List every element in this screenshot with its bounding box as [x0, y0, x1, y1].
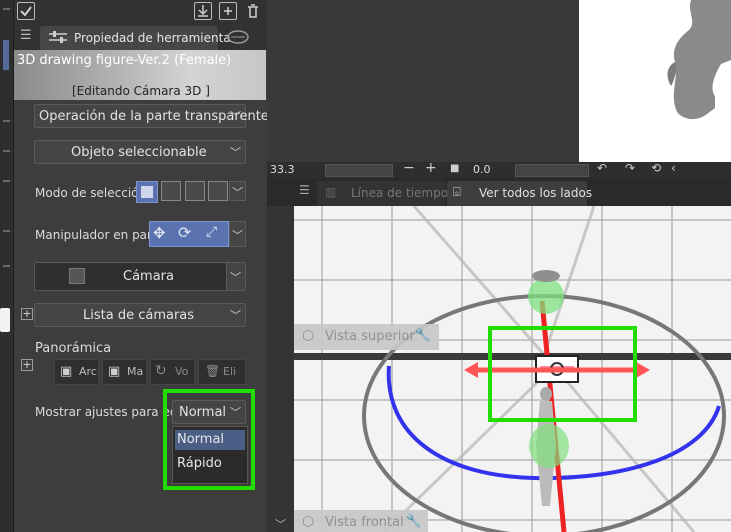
move-icon: ✥ — [153, 224, 166, 242]
pan-button-ma[interactable]: ▣ Ma — [102, 359, 147, 385]
selection-mode-label: Modo de selección — [35, 186, 147, 200]
tab-tool-property[interactable]: Propiedad de herramienta — [40, 26, 231, 50]
timeline-icon: ▥ — [325, 185, 337, 199]
strip-tick — [3, 230, 10, 232]
cube-icon: ⬡ — [302, 514, 315, 530]
strip-tick — [3, 120, 10, 122]
strip-tick — [3, 265, 10, 267]
expand-panoramic-icon[interactable]: + — [21, 359, 33, 371]
pan-button-arc[interactable]: ▣ Arc — [54, 359, 99, 385]
view-label-top-text: Vista superior — [325, 329, 415, 344]
select-add-button[interactable] — [161, 181, 181, 201]
3d-scene — [294, 206, 731, 532]
menu-icon[interactable]: ☰ — [299, 183, 310, 197]
pan-button-arc-label: Arc — [79, 365, 97, 378]
canvas-page — [579, 0, 731, 162]
strip-tick — [3, 150, 10, 152]
export-icon[interactable] — [194, 2, 212, 20]
selectable-value: Objeto seleccionable — [71, 145, 207, 160]
pan-button-eli[interactable]: 🗑 Eli — [198, 359, 246, 385]
pan-button-vo[interactable]: ↻ Vo — [150, 359, 195, 385]
highlight-box — [163, 389, 255, 490]
chevron-down-icon: ﹀ — [230, 271, 241, 284]
rotation-slider[interactable] — [515, 164, 589, 177]
pan-button-eli-label: Eli — [223, 365, 237, 378]
pan-button-ma-label: Ma — [127, 365, 144, 378]
tab-all-sides-label: Ver todos los lados — [479, 186, 593, 200]
tab-timeline-label: Línea de tiempo — [351, 186, 449, 200]
select-toggle-button[interactable] — [208, 181, 228, 201]
sliders-icon — [48, 30, 68, 44]
panel-tab-header: ☰ Propiedad de herramienta — [14, 24, 267, 50]
transparent-op-dropdown[interactable]: Operación de la parte transparente ﹀ — [34, 104, 269, 128]
chevron-down-icon: ﹀ — [230, 309, 241, 322]
image-icon: ▣ — [60, 364, 73, 379]
rotate-left-icon[interactable]: ↶ — [597, 161, 607, 175]
chevron-down-icon: ﹀ — [232, 229, 243, 242]
camera-checkbox[interactable] — [69, 268, 85, 284]
scale-icon: ⤢ — [206, 224, 218, 240]
refresh-icon: ↻ — [155, 363, 167, 379]
tab-tool-label: Propiedad de herramienta — [74, 31, 231, 45]
canvas-toolbar: 33.3 − + ■ 0.0 ↶ ↷ ⟲ ‹ — [267, 160, 731, 178]
strip-tick — [3, 180, 10, 182]
new-icon[interactable] — [219, 2, 237, 20]
strip-tick — [3, 8, 10, 10]
rotate-right-icon[interactable]: ↷ — [625, 161, 635, 175]
color-swatch[interactable] — [0, 308, 10, 332]
chevron-down-icon[interactable]: ﹀ — [275, 516, 286, 532]
tab-all-sides[interactable]: ⌻ Ver todos los lados — [447, 181, 592, 206]
zoom-out-icon[interactable]: − — [403, 160, 415, 176]
chevron-left-icon[interactable]: ‹ — [671, 161, 676, 175]
camera-label: Cámara — [123, 269, 174, 284]
figure-silhouette — [667, 0, 731, 120]
manipulator-chevron[interactable]: ﹀ — [229, 221, 246, 247]
reset-rotation-icon[interactable]: ⟲ — [651, 161, 661, 175]
pan-button-vo-label: Vo — [175, 365, 189, 378]
chevron-down-icon: ﹀ — [232, 186, 243, 199]
wrench-icon[interactable]: 🔧 — [406, 514, 422, 529]
selectable-dropdown[interactable]: Objeto seleccionable ﹀ — [34, 140, 246, 164]
strip-active-tool[interactable] — [3, 40, 9, 70]
thumbnail-subtitle: [Editando Cámara 3D ] — [72, 84, 210, 98]
image-icon: ▣ — [108, 364, 121, 379]
layer-icon[interactable] — [17, 2, 35, 20]
rotation-value[interactable]: 0.0 — [473, 163, 491, 176]
panel-topbar — [14, 0, 267, 24]
wrench-icon[interactable]: 🔧 — [415, 328, 431, 343]
trash-icon[interactable] — [244, 2, 262, 20]
select-subtract-button[interactable] — [185, 181, 205, 201]
zoom-value[interactable]: 33.3 — [270, 163, 295, 176]
chevron-down-icon: ﹀ — [230, 146, 241, 159]
canvas-background — [267, 0, 579, 162]
menu-icon[interactable]: ☰ — [20, 28, 32, 43]
expand-camera-list-icon[interactable]: + — [21, 308, 33, 320]
chevron-down-icon: ﹀ — [230, 110, 241, 123]
sub-tool-icon[interactable] — [226, 29, 250, 45]
material-thumbnail: 3D drawing figure-Ver.2 (Female) [Editan… — [14, 50, 266, 100]
select-single-button[interactable] — [136, 181, 158, 203]
camera-dropdown[interactable]: Cámara ﹀ — [34, 262, 246, 291]
left-tool-strip — [0, 0, 14, 532]
zoom-in-icon[interactable]: + — [425, 160, 437, 176]
zoom-slider[interactable] — [325, 164, 393, 177]
manipulator-buttons[interactable]: ✥ ⟳ ⤢ — [149, 221, 229, 247]
camera-list-value: Lista de cámaras — [83, 308, 195, 323]
trash-icon: 🗑 — [205, 364, 221, 378]
view-label-top: ⬡ Vista superior 🔧 — [294, 324, 439, 350]
view-label-front-text: Vista frontal — [325, 515, 404, 530]
panoramic-label: Panorámica — [35, 341, 112, 356]
camera-list-dropdown[interactable]: Lista de cámaras ﹀ — [34, 303, 246, 327]
tab-timeline[interactable]: ▥ Línea de tiempo — [317, 181, 449, 206]
cube-icon: ⬡ — [302, 328, 315, 344]
selection-mode-chevron[interactable]: ﹀ — [229, 181, 246, 201]
view-tabs: ☰ ▥ Línea de tiempo ⌻ Ver todos los lado… — [267, 178, 731, 206]
camera-icon: ⌻ — [453, 185, 461, 200]
rotate-icon: ⟳ — [178, 223, 192, 242]
thumbnail-title: 3D drawing figure-Ver.2 (Female) — [17, 53, 232, 68]
view-left-bar: ﹀ — [267, 206, 294, 532]
all-sides-view[interactable]: ⬡ Vista superior 🔧 ⬡ Vista frontal 🔧 — [294, 206, 731, 532]
fit-icon[interactable]: ■ — [450, 163, 459, 174]
view-label-front: ⬡ Vista frontal 🔧 — [294, 510, 428, 532]
